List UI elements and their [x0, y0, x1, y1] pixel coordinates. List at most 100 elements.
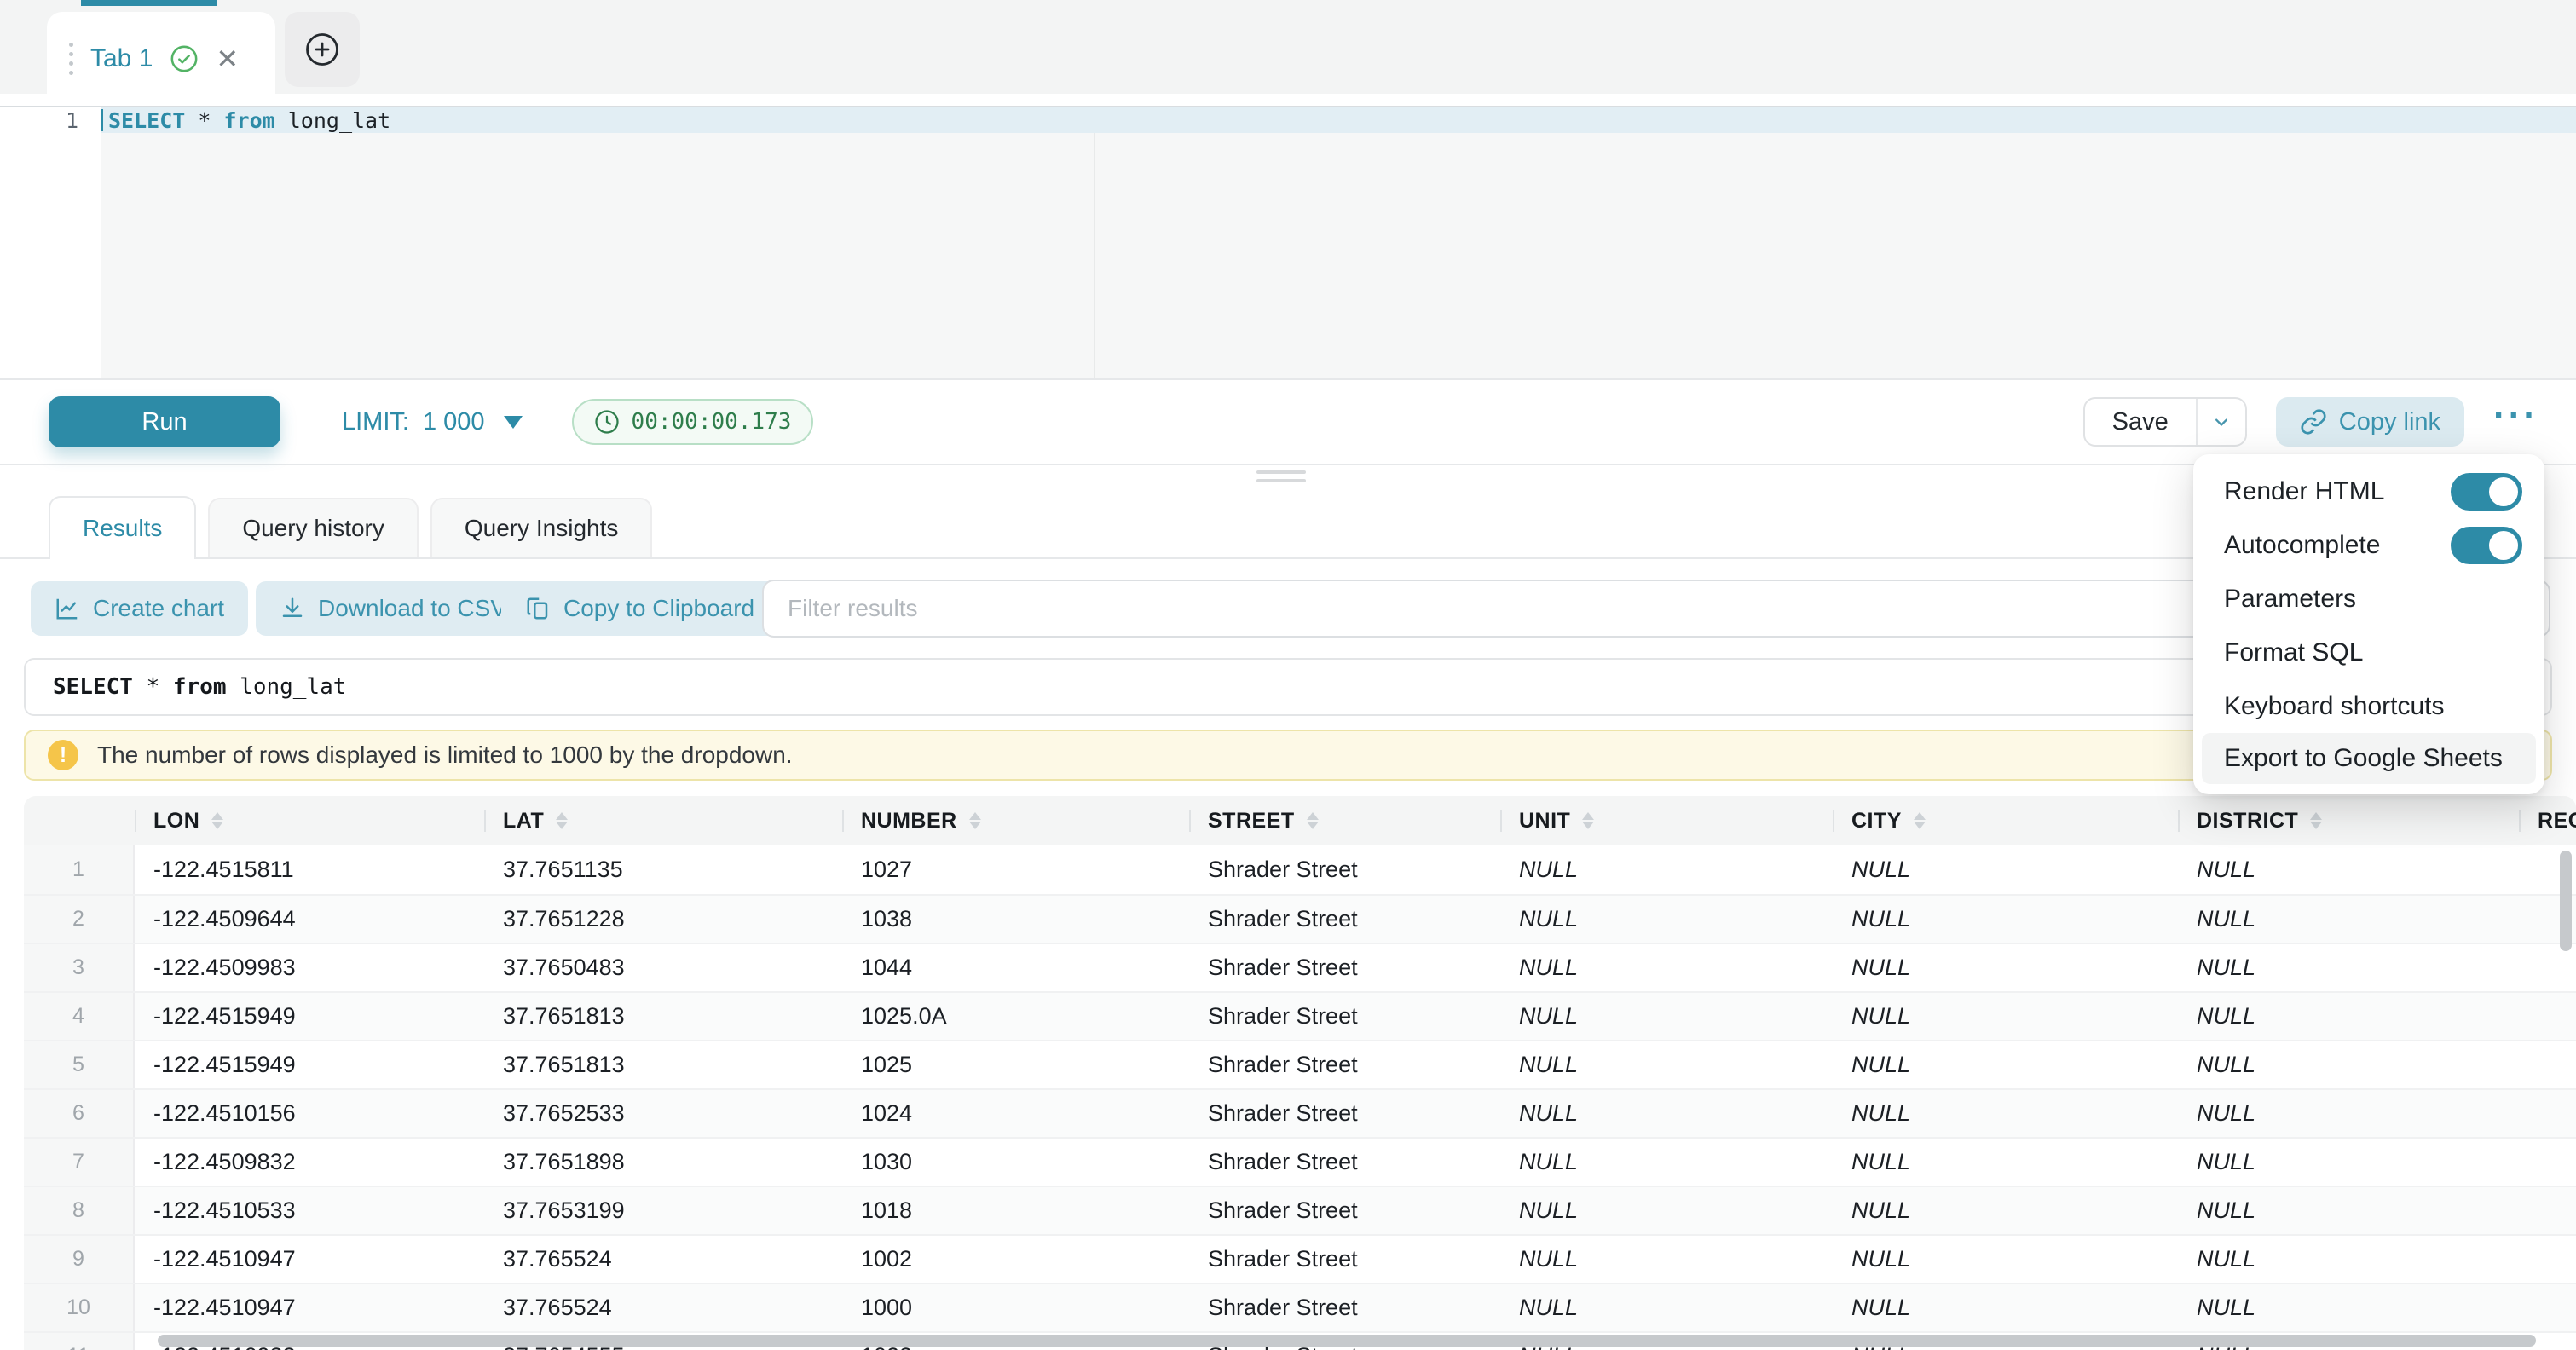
- create-chart-button[interactable]: Create chart: [31, 581, 248, 636]
- table-row[interactable]: 5-122.451594937.76518131025Shrader Stree…: [24, 1040, 2576, 1088]
- toggle-on[interactable]: [2451, 473, 2522, 511]
- row-number: 7: [24, 1139, 135, 1186]
- tab-results[interactable]: Results: [49, 496, 196, 559]
- copy-to-clipboard-button[interactable]: Copy to Clipboard: [501, 581, 778, 636]
- tab-query-history[interactable]: Query history: [208, 498, 419, 557]
- menu-item-autocomplete[interactable]: Autocomplete: [2193, 518, 2544, 572]
- line-number: 1: [66, 108, 78, 134]
- sql-editor[interactable]: 1 SELECT * from long_lat: [0, 107, 2576, 378]
- table-row[interactable]: 6-122.451015637.76525331024Shrader Stree…: [24, 1088, 2576, 1137]
- column-header-district[interactable]: DISTRICT: [2178, 796, 2519, 845]
- table-cell: 37.7651135: [484, 845, 842, 894]
- menu-item-label: Export to Google Sheets: [2224, 744, 2514, 773]
- column-header-lat[interactable]: LAT: [484, 796, 842, 845]
- row-number: 3: [24, 944, 135, 991]
- table-row[interactable]: 4-122.451594937.76518131025.0AShrader St…: [24, 991, 2576, 1040]
- sort-icon[interactable]: [211, 812, 223, 829]
- column-header-region[interactable]: REGION: [2519, 796, 2576, 845]
- tab-1[interactable]: Tab 1 ✕: [47, 12, 275, 106]
- add-tab-button[interactable]: [285, 12, 360, 87]
- link-icon: [2300, 408, 2327, 436]
- editor-active-line[interactable]: SELECT * from long_lat: [101, 107, 2576, 133]
- table-cell: 1044: [842, 944, 1189, 991]
- tab-close-icon[interactable]: ✕: [216, 45, 239, 72]
- menu-item-render-html[interactable]: Render HTML: [2193, 464, 2544, 518]
- table-row[interactable]: 7-122.450983237.76518981030Shrader Stree…: [24, 1137, 2576, 1186]
- save-options-button[interactable]: [2196, 399, 2245, 445]
- table-cell: 37.7650483: [484, 944, 842, 991]
- column-header-number[interactable]: NUMBER: [842, 796, 1189, 845]
- table-cell: -122.4510947: [135, 1236, 484, 1283]
- table-cell: NULL: [1833, 944, 2178, 991]
- table-cell: NULL: [1500, 845, 1833, 894]
- table-cell: 37.7651813: [484, 993, 842, 1040]
- results-actions-row: Create chart Download to CSV Copy to Cli…: [0, 581, 2576, 641]
- copy-to-clipboard-label: Copy to Clipboard: [563, 595, 754, 622]
- table-row[interactable]: 9-122.451094737.7655241002Shrader Street…: [24, 1234, 2576, 1283]
- table-cell: -122.4515949: [135, 993, 484, 1040]
- table-row[interactable]: 8-122.451053337.76531991018Shrader Stree…: [24, 1186, 2576, 1234]
- menu-item-keyboard-shortcuts[interactable]: Keyboard shortcuts: [2193, 679, 2544, 733]
- toggle-on[interactable]: [2451, 527, 2522, 564]
- table-cell: -122.4510156: [135, 1090, 484, 1137]
- column-label: CITY: [1851, 809, 1902, 834]
- table-cell: -122.4510533: [135, 1187, 484, 1234]
- sort-icon[interactable]: [1582, 812, 1594, 829]
- horizontal-scrollbar[interactable]: [158, 1335, 2536, 1347]
- active-tab-accent-bar: [81, 0, 217, 6]
- table-cell: -122.4515949: [135, 1041, 484, 1088]
- pane-resize-handle[interactable]: [1256, 470, 1306, 482]
- table-row[interactable]: 3-122.450998337.76504831044Shrader Stree…: [24, 943, 2576, 991]
- download-icon: [280, 596, 305, 621]
- column-header-city[interactable]: CITY: [1833, 796, 2178, 845]
- query-toolbar: Run LIMIT: 1 000 00:00:00.173 Save: [0, 378, 2576, 465]
- table-cell: Shrader Street: [1189, 944, 1500, 991]
- table-cell: 37.7651228: [484, 896, 842, 943]
- sort-icon[interactable]: [1307, 812, 1319, 829]
- menu-item-format-sql[interactable]: Format SQL: [2193, 626, 2544, 679]
- run-button[interactable]: Run: [49, 396, 280, 447]
- table-row[interactable]: 10-122.451094737.7655241000Shrader Stree…: [24, 1283, 2576, 1331]
- table-cell: -122.4509983: [135, 944, 484, 991]
- copy-link-button[interactable]: Copy link: [2276, 397, 2464, 447]
- table-cell: NULL: [2178, 944, 2519, 991]
- column-header-unit[interactable]: UNIT: [1500, 796, 1833, 845]
- row-number: 2: [24, 896, 135, 943]
- vertical-scrollbar[interactable]: [2560, 851, 2572, 951]
- table-cell: Shrader Street: [1189, 1041, 1500, 1088]
- table-cell: NULL: [1500, 993, 1833, 1040]
- tab-query-insights[interactable]: Query Insights: [430, 498, 653, 557]
- menu-item-export-to-google-sheets[interactable]: Export to Google Sheets: [2202, 733, 2536, 784]
- table-cell: 1025: [842, 1041, 1189, 1088]
- table-cell: [2519, 1139, 2576, 1186]
- table-cell: [2519, 1284, 2576, 1331]
- tab-label[interactable]: Tab 1: [90, 44, 153, 73]
- table-cell: NULL: [1500, 1041, 1833, 1088]
- table-cell: NULL: [2178, 993, 2519, 1040]
- save-button[interactable]: Save: [2085, 399, 2196, 445]
- sort-icon[interactable]: [556, 812, 568, 829]
- download-csv-button[interactable]: Download to CSV: [256, 581, 530, 636]
- sort-icon[interactable]: [1914, 812, 1926, 829]
- limit-dropdown[interactable]: LIMIT: 1 000: [342, 408, 523, 436]
- column-header-lon[interactable]: LON: [135, 796, 484, 845]
- table-cell: NULL: [2178, 896, 2519, 943]
- column-header-street[interactable]: STREET: [1189, 796, 1500, 845]
- tab-drag-handle-icon[interactable]: [69, 43, 73, 75]
- sort-icon[interactable]: [969, 812, 981, 829]
- editor-pane-divider[interactable]: [1094, 133, 1095, 378]
- column-label: LON: [153, 809, 199, 834]
- table-cell: NULL: [2178, 1090, 2519, 1137]
- table-row[interactable]: 1-122.451581137.76511351027Shrader Stree…: [24, 845, 2576, 894]
- table-cell: 37.7651813: [484, 1041, 842, 1088]
- table-cell: [2519, 1090, 2576, 1137]
- table-body: 1-122.451581137.76511351027Shrader Stree…: [24, 845, 2576, 1350]
- download-csv-label: Download to CSV: [318, 595, 506, 622]
- clock-icon: [594, 409, 620, 435]
- table-cell: 1018: [842, 1187, 1189, 1234]
- table-cell: -122.4509832: [135, 1139, 484, 1186]
- sort-icon[interactable]: [2310, 812, 2322, 829]
- table-row[interactable]: 2-122.450964437.76512281038Shrader Stree…: [24, 894, 2576, 943]
- more-options-button[interactable]: ···: [2493, 416, 2538, 428]
- menu-item-parameters[interactable]: Parameters: [2193, 572, 2544, 626]
